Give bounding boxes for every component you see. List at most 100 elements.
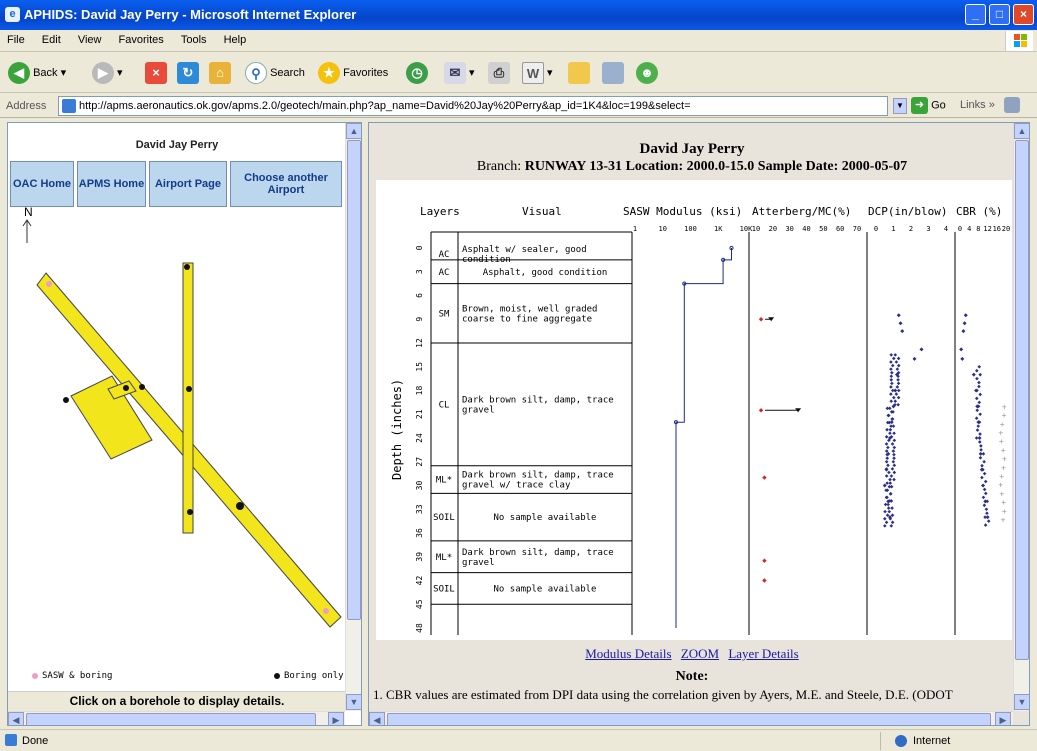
layer-description: Dark brown silt, damp, trace [462, 395, 614, 405]
dcp-point [891, 356, 896, 361]
left-vscroll-thumb[interactable] [347, 140, 361, 620]
favorites-button[interactable]: ★ Favorites [318, 61, 388, 85]
boring-marker[interactable] [63, 397, 69, 403]
scroll-down-icon[interactable]: ▼ [346, 694, 361, 710]
research-button[interactable] [602, 61, 624, 85]
dcp-point [889, 374, 894, 379]
right-vscroll-thumb[interactable] [1015, 140, 1029, 660]
boring-marker[interactable] [187, 509, 193, 515]
dcp-point [887, 509, 892, 514]
right-horizontal-scrollbar[interactable]: ◀ ▶ [369, 711, 1013, 725]
link-layer-details[interactable]: Layer Details [728, 646, 798, 661]
dcp-point [888, 427, 893, 432]
depth-tick-label: 39 [415, 552, 424, 562]
legend-boring-dot [274, 673, 280, 679]
forward-button[interactable]: ▶ ▾ [92, 61, 123, 85]
address-dropdown-icon[interactable]: ▼ [893, 98, 907, 114]
dcp-point [894, 360, 899, 364]
right-hscroll-thumb[interactable] [387, 713, 991, 725]
depth-tick-label: 9 [415, 317, 424, 322]
print-button[interactable]: ⎙ [488, 61, 510, 85]
folder-icon [568, 62, 590, 85]
scroll-down-icon[interactable]: ▼ [1014, 694, 1029, 710]
dcp-point [884, 459, 889, 464]
boring-marker[interactable] [236, 502, 244, 510]
scroll-left-icon[interactable]: ◀ [8, 712, 24, 725]
scroll-up-icon[interactable]: ▲ [346, 123, 361, 139]
moisture-content-point [762, 475, 767, 480]
link-zoom[interactable]: ZOOM [681, 646, 719, 661]
data-marks: ++++++++++++++ [673, 245, 1007, 628]
dcp-point [885, 495, 889, 500]
refresh-button[interactable]: ↻ [177, 61, 199, 85]
dcp-point [890, 417, 894, 421]
boring-marker[interactable] [123, 385, 129, 391]
go-button[interactable]: ➜ Go [911, 97, 946, 115]
folder-button[interactable] [568, 61, 590, 85]
mail-button[interactable]: ✉ ▾ [444, 61, 475, 85]
dcp-point [884, 520, 889, 525]
maximize-button[interactable]: □ [989, 4, 1010, 25]
stop-button[interactable]: × [145, 61, 167, 85]
cbr-limit-marker: + [1001, 463, 1006, 472]
menu-view[interactable]: View [71, 30, 109, 46]
left-hscroll-thumb[interactable] [26, 713, 316, 725]
depth-tick-label: 0 [415, 245, 424, 250]
cbr-point [985, 511, 989, 516]
dcp-point [888, 431, 892, 436]
home-button[interactable]: ⌂ [209, 61, 231, 85]
dcp-point [883, 509, 887, 514]
left-vertical-scrollbar[interactable]: ▲ ▼ [345, 123, 361, 711]
address-input[interactable]: http://apms.aeronautics.ok.gov/apms.2.0/… [58, 96, 888, 116]
right-vertical-scrollbar[interactable]: ▲ ▼ [1013, 123, 1029, 711]
depth-tick-label: 27 [415, 457, 424, 467]
back-button[interactable]: ◀ Back ▾ [8, 61, 66, 85]
cbr-point [959, 347, 964, 352]
history-button[interactable]: ◷ [406, 61, 428, 85]
layer-description: gravel [462, 558, 495, 568]
dcp-point [886, 445, 890, 450]
messenger-button[interactable]: ☻ [636, 61, 658, 85]
dcp-point [890, 506, 894, 510]
cbr-point [986, 519, 991, 523]
dcp-point [892, 456, 896, 460]
cbr-point [983, 479, 988, 484]
scroll-up-icon[interactable]: ▲ [1014, 123, 1029, 139]
menu-file[interactable]: File [0, 30, 32, 46]
menu-edit[interactable]: Edit [35, 30, 68, 46]
sasw-tick-label: 1K [714, 225, 723, 233]
dcp-point [890, 381, 894, 386]
sasw-boring-marker[interactable] [46, 281, 52, 287]
boring-marker[interactable] [184, 264, 190, 270]
left-horizontal-scrollbar[interactable]: ◀ ▶ [8, 711, 345, 725]
scroll-right-icon[interactable]: ▶ [328, 712, 344, 725]
edit-button[interactable]: W ▾ [522, 61, 553, 85]
scroll-right-icon[interactable]: ▶ [995, 712, 1011, 725]
menu-help[interactable]: Help [217, 30, 254, 46]
north-arrow-icon [22, 219, 32, 243]
boring-marker[interactable] [139, 384, 145, 390]
cbr-point [977, 364, 982, 369]
menu-bar: File Edit View Favorites Tools Help [0, 30, 1037, 52]
layer-description: No sample available [494, 513, 597, 523]
history-icon: ◷ [406, 62, 428, 85]
dcp-point [889, 524, 894, 528]
search-button[interactable]: ⚲ Search [245, 61, 305, 85]
cbr-limit-marker: + [998, 428, 1003, 437]
scroll-left-icon[interactable]: ◀ [369, 712, 385, 725]
minimize-button[interactable]: _ [965, 4, 986, 25]
dcp-point [894, 392, 899, 396]
dcp-point [896, 363, 901, 368]
link-modulus-details[interactable]: Modulus Details [585, 646, 671, 661]
extra-toolbar-icon[interactable] [1004, 97, 1020, 113]
left-footer-text: Click on a borehole to display details. [8, 691, 346, 711]
dcp-point [886, 463, 890, 468]
window-titlebar: e APHIDS: David Jay Perry - Microsoft In… [0, 0, 1037, 30]
cbr-limit-marker: + [998, 481, 1003, 490]
sasw-boring-marker[interactable] [323, 608, 329, 614]
close-button[interactable]: × [1013, 4, 1034, 25]
menu-tools[interactable]: Tools [174, 30, 214, 46]
menu-favorites[interactable]: Favorites [112, 30, 171, 46]
links-button[interactable]: Links » [960, 99, 995, 111]
boring-marker[interactable] [186, 386, 192, 392]
